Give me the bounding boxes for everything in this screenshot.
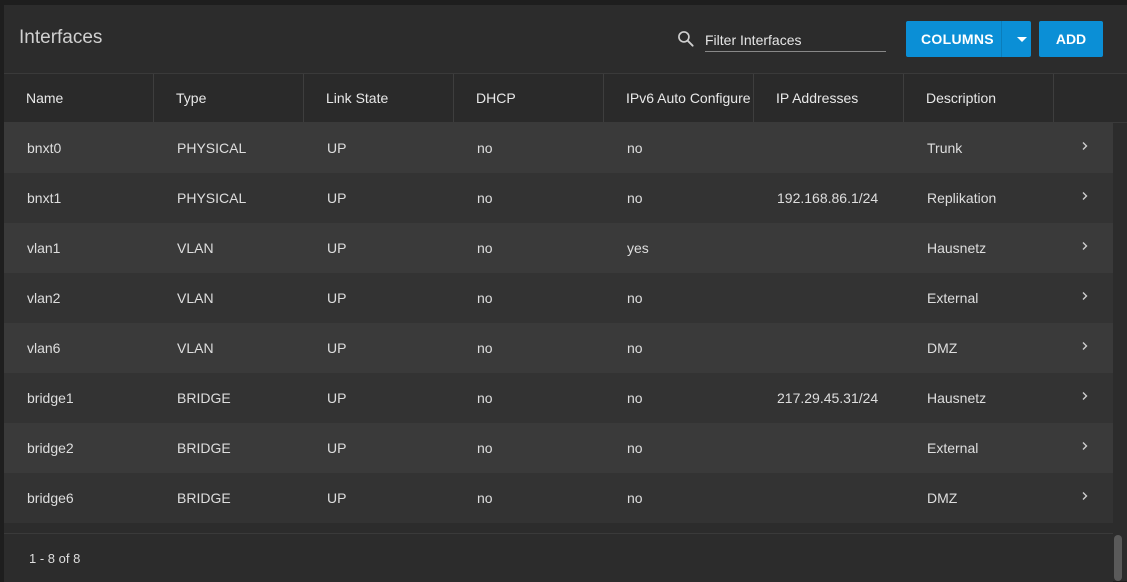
cell-link-state: UP bbox=[327, 140, 347, 156]
cell-link-state: UP bbox=[327, 290, 347, 306]
cell-ipv6-auto-configure: no bbox=[627, 440, 643, 456]
table-row[interactable]: bridge1 BRIDGE UP no no 217.29.45.31/24 Hausne… bbox=[4, 373, 1113, 423]
cell-link-state: UP bbox=[327, 490, 347, 506]
table-header: Name Type Link State DHCP IPv6 Auto Conf… bbox=[4, 73, 1127, 123]
cell-name: bridge6 bbox=[27, 490, 74, 506]
column-header-description[interactable]: Description bbox=[904, 74, 1054, 122]
card-header: Interfaces COLUMNS ADD bbox=[4, 5, 1127, 73]
chevron-right-icon[interactable] bbox=[1080, 341, 1090, 351]
cell-ipv6-auto-configure: no bbox=[627, 190, 643, 206]
column-header-link-state[interactable]: Link State bbox=[304, 74, 454, 122]
cell-link-state: UP bbox=[327, 390, 347, 406]
cell-description: Hausnetz bbox=[927, 240, 987, 256]
cell-name: bridge1 bbox=[27, 390, 74, 406]
table-row[interactable]: bnxt0 PHYSICAL UP no no Trunk bbox=[4, 123, 1113, 173]
chevron-right-icon[interactable] bbox=[1080, 491, 1090, 501]
cell-dhcp: no bbox=[477, 390, 493, 406]
cell-dhcp: no bbox=[477, 140, 493, 156]
cell-name: vlan2 bbox=[27, 290, 61, 306]
cell-name: bnxt1 bbox=[27, 190, 62, 206]
cell-ip-addresses bbox=[754, 123, 904, 173]
page-title: Interfaces bbox=[19, 27, 103, 48]
chevron-right-icon[interactable] bbox=[1080, 291, 1090, 301]
columns-button[interactable]: COLUMNS bbox=[906, 21, 1031, 57]
cell-ipv6-auto-configure: no bbox=[627, 140, 643, 156]
columns-button-label: COLUMNS bbox=[921, 31, 994, 47]
cell-name: bnxt0 bbox=[27, 140, 62, 156]
column-header-ip-addresses[interactable]: IP Addresses bbox=[754, 74, 904, 122]
cell-type: VLAN bbox=[177, 290, 214, 306]
cell-dhcp: no bbox=[477, 290, 493, 306]
scrollbar-track[interactable] bbox=[1113, 123, 1127, 581]
cell-description: Hausnetz bbox=[927, 390, 987, 406]
cell-name: vlan1 bbox=[27, 240, 61, 256]
scrollbar-thumb[interactable] bbox=[1114, 535, 1122, 581]
filter-interfaces-input[interactable] bbox=[705, 29, 886, 52]
cell-description: External bbox=[927, 290, 979, 306]
cell-ip-addresses bbox=[754, 323, 904, 373]
cell-ip-addresses bbox=[754, 423, 904, 473]
cell-ipv6-auto-configure: no bbox=[627, 290, 643, 306]
cell-description: Trunk bbox=[927, 140, 963, 156]
cell-dhcp: no bbox=[477, 440, 493, 456]
caret-down-icon[interactable] bbox=[1017, 36, 1027, 42]
cell-type: BRIDGE bbox=[177, 390, 231, 406]
cell-link-state: UP bbox=[327, 440, 347, 456]
table-row[interactable]: vlan1 VLAN UP no yes Hausnetz bbox=[4, 223, 1113, 273]
cell-type: VLAN bbox=[177, 240, 214, 256]
columns-button-divider bbox=[1001, 21, 1002, 57]
cell-description: Replikation bbox=[927, 190, 997, 206]
cell-link-state: UP bbox=[327, 340, 347, 356]
cell-link-state: UP bbox=[327, 240, 347, 256]
cell-description: DMZ bbox=[927, 340, 958, 356]
cell-type: BRIDGE bbox=[177, 490, 231, 506]
table-row[interactable]: bridge6 BRIDGE UP no no DMZ bbox=[4, 473, 1113, 523]
cell-dhcp: no bbox=[477, 340, 493, 356]
cell-ipv6-auto-configure: no bbox=[627, 390, 643, 406]
cell-type: PHYSICAL bbox=[177, 140, 247, 156]
cell-name: bridge2 bbox=[27, 440, 74, 456]
search-icon bbox=[678, 31, 694, 47]
cell-type: VLAN bbox=[177, 340, 214, 356]
chevron-right-icon[interactable] bbox=[1080, 141, 1090, 151]
table-footer: 1 - 8 of 8 bbox=[4, 533, 1113, 582]
table-row[interactable]: bridge2 BRIDGE UP no no External bbox=[4, 423, 1113, 473]
cell-link-state: UP bbox=[327, 190, 347, 206]
chevron-right-icon[interactable] bbox=[1080, 391, 1090, 401]
chevron-right-icon[interactable] bbox=[1080, 441, 1090, 451]
table-row[interactable]: vlan2 VLAN UP no no External bbox=[4, 273, 1113, 323]
cell-dhcp: no bbox=[477, 490, 493, 506]
cell-ipv6-auto-configure: no bbox=[627, 340, 643, 356]
table-row[interactable]: vlan6 VLAN UP no no DMZ bbox=[4, 323, 1113, 373]
cell-type: BRIDGE bbox=[177, 440, 231, 456]
column-header-ipv6-auto-configure[interactable]: IPv6 Auto Configure bbox=[604, 74, 754, 122]
column-header-name[interactable]: Name bbox=[4, 74, 154, 122]
cell-ipv6-auto-configure: no bbox=[627, 490, 643, 506]
cell-ip-addresses: 192.168.86.1/24 bbox=[777, 190, 879, 206]
column-header-dhcp[interactable]: DHCP bbox=[454, 74, 604, 122]
cell-description: DMZ bbox=[927, 490, 958, 506]
cell-ip-addresses bbox=[754, 223, 904, 273]
chevron-right-icon[interactable] bbox=[1080, 241, 1090, 251]
interfaces-card: Interfaces COLUMNS ADD Name Type Link St… bbox=[4, 5, 1127, 582]
pagination-status: 1 - 8 of 8 bbox=[29, 551, 81, 566]
cell-description: External bbox=[927, 440, 979, 456]
add-button[interactable]: ADD bbox=[1039, 21, 1103, 57]
column-header-type[interactable]: Type bbox=[154, 74, 304, 122]
table-body: bnxt0 PHYSICAL UP no no Trunk bnxt1 PHYSICAL UP n… bbox=[4, 123, 1113, 523]
table-row[interactable]: bnxt1 PHYSICAL UP no no 192.168.86.1/24 Replik… bbox=[4, 173, 1113, 223]
cell-name: vlan6 bbox=[27, 340, 61, 356]
cell-type: PHYSICAL bbox=[177, 190, 247, 206]
cell-ip-addresses bbox=[754, 473, 904, 523]
cell-dhcp: no bbox=[477, 240, 493, 256]
cell-ipv6-auto-configure: yes bbox=[627, 240, 649, 256]
cell-ip-addresses: 217.29.45.31/24 bbox=[777, 390, 879, 406]
chevron-right-icon[interactable] bbox=[1080, 191, 1090, 201]
cell-ip-addresses bbox=[754, 273, 904, 323]
cell-dhcp: no bbox=[477, 190, 493, 206]
